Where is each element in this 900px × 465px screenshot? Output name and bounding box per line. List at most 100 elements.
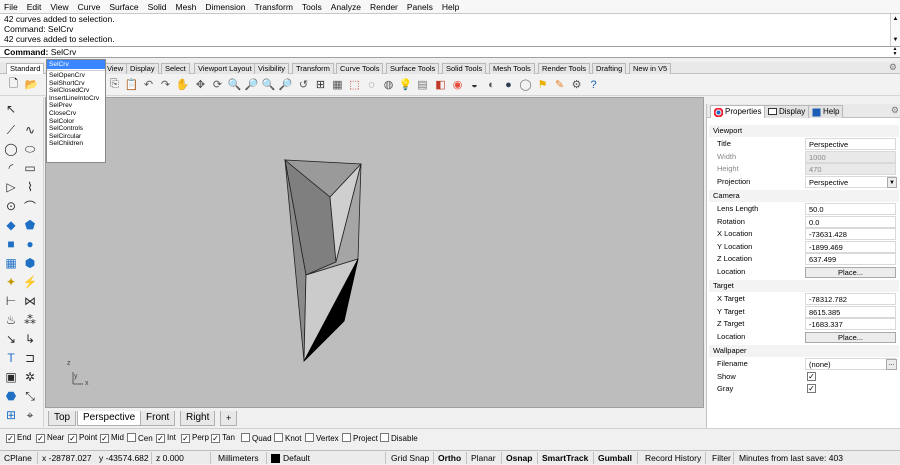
tab-help-panel[interactable]: Help	[808, 105, 844, 118]
tab-display-panel[interactable]: Display	[764, 105, 810, 118]
planar-toggle[interactable]: Planar	[471, 451, 496, 465]
scroll-down-icon[interactable]: ▼	[891, 35, 900, 46]
perspective-viewport[interactable]: z y x	[45, 97, 704, 408]
dimension-icon[interactable]: ⊢	[3, 293, 19, 309]
tab-properties[interactable]: Properties	[710, 105, 766, 118]
z-target-field[interactable]: -1683.337	[805, 318, 896, 330]
gray-checkbox[interactable]: ✓	[807, 384, 816, 393]
osnap-checkbox[interactable]: ✓	[36, 434, 45, 443]
revolve-icon[interactable]: ⬢	[22, 255, 38, 271]
tab-transform[interactable]: Transform	[292, 63, 334, 74]
tab-viewport-layout[interactable]: Viewport Layout	[194, 63, 256, 74]
osnap-quad[interactable]: Quad	[241, 433, 272, 444]
camera-place-button[interactable]: Place...	[805, 267, 896, 278]
dropdown-item[interactable]: SelChildren	[47, 140, 105, 148]
boolean-icon[interactable]: ⚡	[22, 274, 38, 290]
properties-icon[interactable]: ▤	[415, 77, 430, 92]
command-spinner[interactable]: ▲ ▼	[891, 47, 899, 58]
dropdown-item[interactable]: CloseCrv	[47, 110, 105, 118]
menu-solid[interactable]: Solid	[148, 2, 167, 12]
title-field[interactable]: Perspective	[805, 138, 896, 150]
extrude-icon[interactable]: ⬟	[22, 217, 38, 233]
x-location-field[interactable]: -73631.428	[805, 228, 896, 240]
browse-button[interactable]: ...	[886, 359, 897, 370]
split-icon[interactable]: ↘	[3, 331, 19, 347]
flat-shade-icon[interactable]: ◯	[518, 77, 533, 92]
color-wheel-icon[interactable]: ◉	[450, 77, 465, 92]
history-scrollbar[interactable]: ▲ ▼	[890, 14, 900, 47]
status-units[interactable]: Millimeters	[218, 451, 259, 465]
analyze-icon[interactable]: ⌖	[22, 407, 38, 423]
mesh-icon[interactable]: ▦	[3, 255, 19, 271]
grid-snap-toggle[interactable]: Grid Snap	[391, 451, 429, 465]
menu-render[interactable]: Render	[370, 2, 398, 12]
dropdown-item[interactable]: SelControls	[47, 125, 105, 133]
shaded-view-icon[interactable]: ◒	[467, 77, 482, 92]
polygon-icon[interactable]: ▷	[3, 179, 19, 195]
menu-file[interactable]: File	[4, 2, 18, 12]
osnap-toggle[interactable]: Osnap	[506, 451, 532, 465]
rotate-view-icon[interactable]: ⟳	[210, 77, 225, 92]
dropdown-item[interactable]: SelOpenCrv	[47, 72, 105, 80]
x-target-field[interactable]: -78312.782	[805, 293, 896, 305]
z-location-field[interactable]: 637.499	[805, 253, 896, 265]
viewport-layout-icon[interactable]: ▦	[330, 77, 345, 92]
tab-mesh-tools[interactable]: Mesh Tools	[489, 63, 535, 74]
filter-toggle[interactable]: Filter	[712, 451, 731, 465]
dropdown-item[interactable]: SelColor	[47, 118, 105, 126]
box-icon[interactable]: ■	[3, 236, 19, 252]
pan-hand-icon[interactable]: ✋	[175, 77, 190, 92]
select-all-icon[interactable]: ⬚	[347, 77, 362, 92]
tab-surface-tools[interactable]: Surface Tools	[386, 63, 440, 74]
fillet-icon[interactable]: ⌒	[22, 198, 38, 214]
mirror-icon[interactable]: ⋈	[22, 293, 38, 309]
osnap-vertex[interactable]: Vertex	[305, 433, 339, 444]
menu-dimension[interactable]: Dimension	[205, 2, 245, 12]
osnap-checkbox[interactable]: ✓	[68, 434, 77, 443]
join-icon[interactable]: ⊐	[22, 350, 38, 366]
redo-icon[interactable]: ↷	[158, 77, 173, 92]
sphere-render-icon[interactable]: ●	[501, 77, 516, 92]
osnap-project[interactable]: Project	[342, 433, 378, 444]
sphere-icon[interactable]: ●	[22, 236, 38, 252]
zoom-dynamic-icon[interactable]: 🔎	[244, 77, 259, 92]
panel-gear-icon[interactable]: ⚙	[891, 105, 899, 116]
menu-view[interactable]: View	[50, 2, 68, 12]
osnap-checkbox[interactable]	[380, 433, 389, 442]
target-place-button[interactable]: Place...	[805, 332, 896, 343]
osnap-checkbox[interactable]: ✓	[100, 434, 109, 443]
point-icon[interactable]: ⊙	[3, 198, 19, 214]
osnap-checkbox[interactable]: ✓	[211, 434, 220, 443]
osnap-int[interactable]: ✓ Int	[156, 433, 176, 444]
copy-icon[interactable]: ⎘	[107, 77, 122, 92]
tools-icon[interactable]: ✎	[552, 77, 567, 92]
osnap-checkbox[interactable]	[342, 433, 351, 442]
show-checkbox[interactable]: ✓	[807, 372, 816, 381]
help-icon[interactable]: ?	[586, 77, 601, 92]
osnap-checkbox[interactable]	[241, 433, 250, 442]
select-arrow-icon[interactable]: ↖	[3, 101, 19, 117]
freeform-icon[interactable]: ⌇	[22, 179, 38, 195]
menu-panels[interactable]: Panels	[407, 2, 433, 12]
osnap-checkbox[interactable]: ✓	[156, 434, 165, 443]
menu-analyze[interactable]: Analyze	[331, 2, 361, 12]
tab-select[interactable]: Select	[161, 63, 190, 74]
tab-right-view[interactable]: Right	[180, 411, 216, 426]
osnap-cen[interactable]: Cen	[127, 433, 153, 444]
menu-mesh[interactable]: Mesh	[176, 2, 197, 12]
rendered-view-icon[interactable]: ◐	[484, 77, 499, 92]
tab-render-tools[interactable]: Render Tools	[538, 63, 591, 74]
tab-solid-tools[interactable]: Solid Tools	[442, 63, 487, 74]
document-properties-icon[interactable]: ⚙	[569, 77, 584, 92]
menu-tools[interactable]: Tools	[302, 2, 322, 12]
dropdown-item[interactable]: SelClosedCrv	[47, 87, 105, 95]
tab-front-view[interactable]: Front	[140, 411, 176, 426]
osnap-checkbox[interactable]: ✓	[181, 434, 190, 443]
gear-icon[interactable]: ⚙	[889, 62, 897, 73]
menu-surface[interactable]: Surface	[109, 2, 138, 12]
tab-display[interactable]: Display	[126, 63, 159, 74]
explode-icon[interactable]: ✲	[22, 369, 38, 385]
surface-icon[interactable]: ◆	[3, 217, 19, 233]
tab-drafting[interactable]: Drafting	[592, 63, 627, 74]
osnap-perp[interactable]: ✓ Perp	[181, 433, 209, 444]
